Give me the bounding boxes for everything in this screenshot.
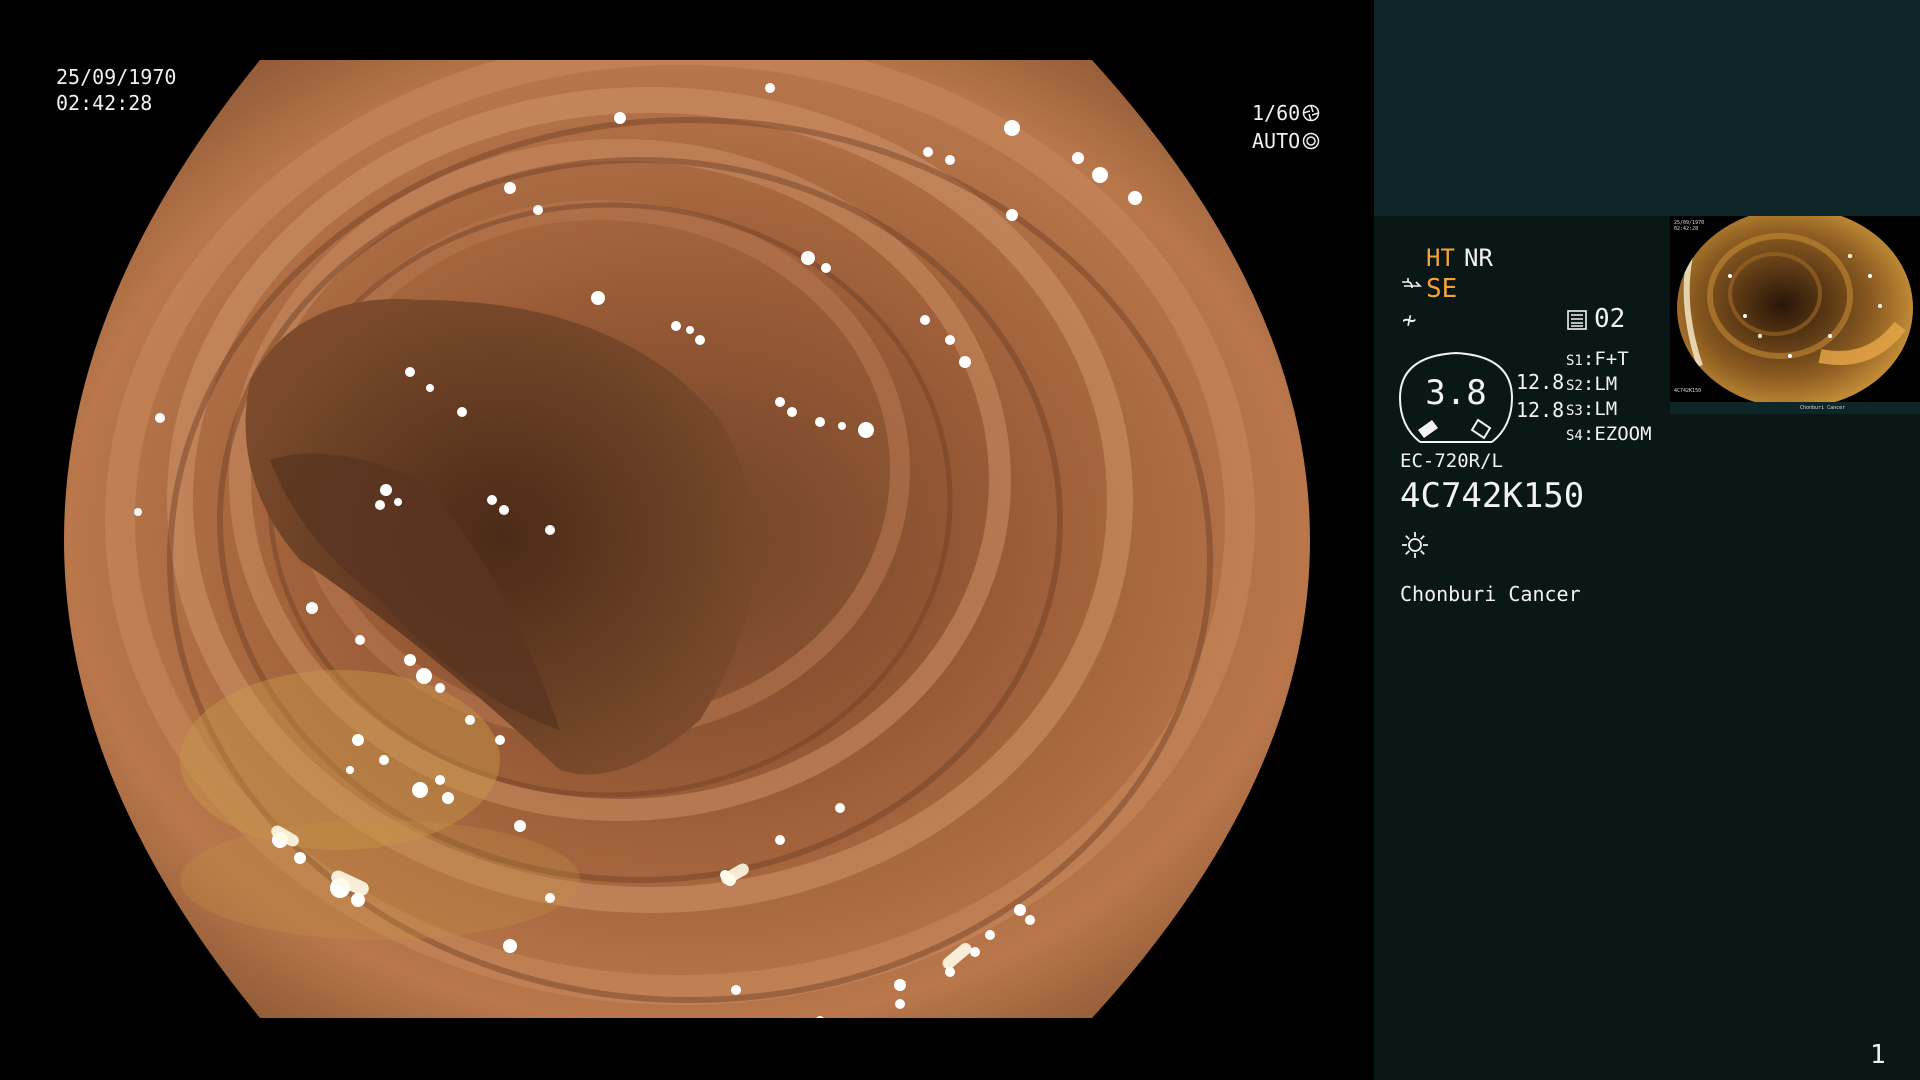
readout-2: 12.8	[1516, 398, 1565, 422]
switch-value: LM	[1594, 373, 1618, 395]
sun-icon	[1402, 532, 1428, 558]
shutter-value: 1/60	[1252, 101, 1301, 125]
shutter-speed: 1/60	[1252, 100, 1320, 126]
switch-value: F+T	[1594, 348, 1629, 370]
iris-value: 3.8	[1425, 373, 1487, 413]
switch-s4: S4:EZOOM	[1566, 423, 1652, 445]
aperture-icon	[1302, 104, 1320, 122]
mode-nr: NR	[1464, 244, 1493, 272]
ring-icon	[1302, 132, 1320, 150]
scope-model: EC-720R/L	[1400, 450, 1503, 472]
captured-image-thumbnail[interactable]: 25/09/1970 02:42:28 4C742K150 Chonburi C…	[1670, 216, 1920, 414]
thumbnail-info-bar: Chonburi Cancer	[1670, 402, 1920, 414]
endoscope-image	[64, 60, 1310, 1018]
structure-enhancement: SE	[1426, 274, 1458, 304]
switch-key: S4	[1566, 428, 1583, 444]
memory-card-icon	[1567, 310, 1587, 330]
thumbnail-serial: 4C742K150	[1674, 388, 1702, 394]
readout-1: 12.8	[1516, 370, 1565, 394]
thumbnail-patient: Chonburi Cancer	[1800, 405, 1846, 411]
exposure-mode-value: AUTO	[1252, 129, 1301, 153]
exposure-mode: AUTO	[1252, 128, 1320, 154]
thumbnail-image	[1677, 216, 1913, 408]
page-number: 1	[1870, 1040, 1886, 1070]
endoscope-view: 25/09/1970 02:42:28 1/60 AUTO	[0, 0, 1374, 1080]
switch-s1: S1:F+T	[1566, 348, 1629, 370]
thumbnail-time: 02:42:28	[1674, 226, 1699, 232]
mode-ht: HT	[1426, 244, 1455, 272]
switch-value: LM	[1594, 398, 1618, 420]
not-equal-icon: ≁	[1402, 306, 1417, 334]
exam-time: 02:42:28	[56, 91, 153, 115]
patient-label: Chonburi Cancer	[1400, 582, 1581, 606]
channel-number: 02	[1594, 304, 1626, 334]
wave-icon	[1402, 278, 1422, 289]
switch-key: S2	[1566, 378, 1583, 394]
scope-serial: 4C742K150	[1400, 476, 1585, 516]
switch-value: EZOOM	[1594, 423, 1652, 445]
switch-key: S1	[1566, 353, 1583, 369]
switch-s3: S3:LM	[1566, 398, 1618, 420]
switch-key: S3	[1566, 403, 1583, 419]
switch-s2: S2:LM	[1566, 373, 1618, 395]
exam-date: 25/09/1970	[56, 65, 177, 89]
panel-header-area	[1374, 0, 1920, 216]
